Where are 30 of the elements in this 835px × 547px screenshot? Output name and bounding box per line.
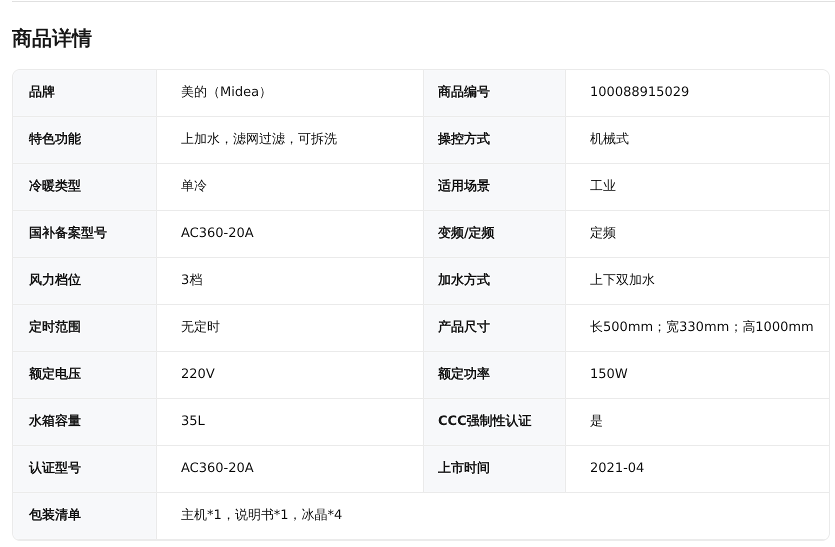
spec-label: 产品尺寸 bbox=[423, 305, 565, 352]
spec-label: 定时范围 bbox=[13, 305, 156, 352]
spec-label: 认证型号 bbox=[13, 446, 156, 493]
spec-label: 适用场景 bbox=[423, 164, 565, 211]
spec-label: 特色功能 bbox=[13, 117, 156, 164]
spec-value: 150W bbox=[565, 352, 829, 399]
spec-value: 上下双加水 bbox=[565, 258, 829, 305]
spec-label: 包装清单 bbox=[13, 493, 156, 540]
spec-value: 工业 bbox=[565, 164, 829, 211]
spec-label: 商品编号 bbox=[423, 70, 565, 117]
spec-value: 是 bbox=[565, 399, 829, 446]
spec-label: 水箱容量 bbox=[13, 399, 156, 446]
section-title: 商品详情 bbox=[12, 25, 93, 52]
spec-value: 主机*1，说明书*1，冰晶*4 bbox=[156, 493, 829, 540]
spec-value: 长500mm；宽330mm；高1000mm bbox=[565, 305, 829, 352]
spec-value: 100088915029 bbox=[565, 70, 829, 117]
spec-label: 国补备案型号 bbox=[13, 211, 156, 258]
spec-label: CCC强制性认证 bbox=[423, 399, 565, 446]
spec-label: 品牌 bbox=[13, 70, 156, 117]
spec-label: 额定功率 bbox=[423, 352, 565, 399]
spec-label: 风力档位 bbox=[13, 258, 156, 305]
spec-label: 额定电压 bbox=[13, 352, 156, 399]
spec-value: 机械式 bbox=[565, 117, 829, 164]
spec-label: 上市时间 bbox=[423, 446, 565, 493]
spec-label: 冷暖类型 bbox=[13, 164, 156, 211]
spec-label: 操控方式 bbox=[423, 117, 565, 164]
spec-value: 2021-04 bbox=[565, 446, 829, 493]
spec-label: 变频/定频 bbox=[423, 211, 565, 258]
spec-label: 加水方式 bbox=[423, 258, 565, 305]
spec-value: 定频 bbox=[565, 211, 829, 258]
